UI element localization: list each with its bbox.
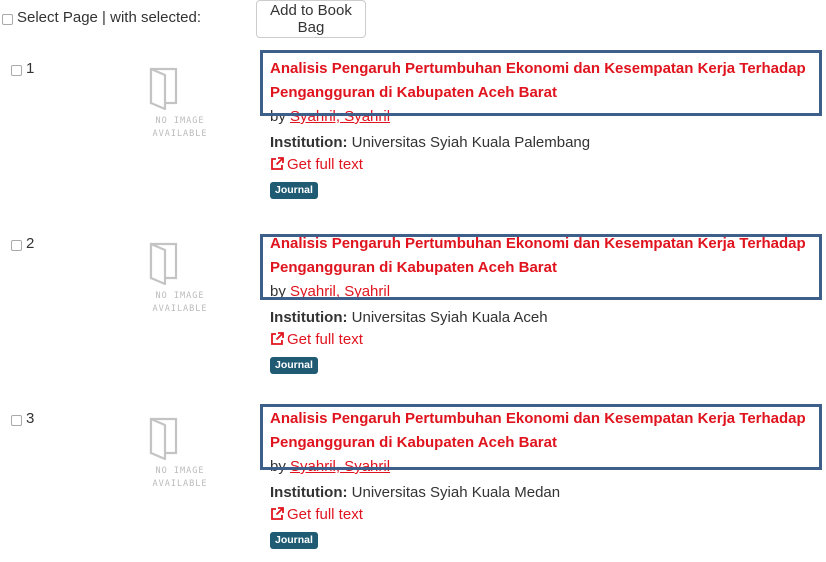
result-number: 1 — [26, 60, 35, 77]
author-link[interactable]: Syahril, Syahril — [290, 458, 390, 475]
author-link[interactable]: Syahril, Syahril — [290, 108, 390, 125]
format-badge: Journal — [270, 357, 318, 374]
results-toolbar: Select Page | with selected: Add to Book… — [0, 0, 826, 40]
result-title-link[interactable]: Analisis Pengaruh Pertumbuhan Ekonomi da… — [270, 232, 822, 280]
result-item: 2 NO IMAGE AVAILABLE Analisis Pengaruh P… — [0, 235, 826, 387]
author-link[interactable]: Syahril, Syahril — [290, 283, 390, 300]
format-badge: Journal — [270, 532, 318, 549]
add-to-book-bag-button[interactable]: Add to Book Bag — [256, 0, 366, 38]
get-full-text-link[interactable]: Get full text — [270, 328, 363, 352]
result-institution: Institution: Universitas Syiah Kuala Ace… — [270, 309, 548, 326]
result-author: by Syahril, Syahril — [270, 458, 391, 475]
result-title-link[interactable]: Analisis Pengaruh Pertumbuhan Ekonomi da… — [270, 57, 822, 105]
result-checkbox[interactable] — [11, 415, 22, 426]
get-full-text-link[interactable]: Get full text — [270, 503, 363, 527]
external-link-icon — [271, 157, 284, 170]
format-badge: Journal — [270, 182, 318, 199]
result-author: by Syahril, Syahril — [270, 283, 391, 300]
result-institution: Institution: Universitas Syiah Kuala Pal… — [270, 134, 591, 151]
cover-thumbnail: NO IMAGE AVAILABLE — [135, 62, 225, 152]
cover-thumbnail: NO IMAGE AVAILABLE — [135, 412, 225, 502]
result-item: 3 NO IMAGE AVAILABLE Analisis Pengaruh P… — [0, 410, 826, 562]
get-full-text-link[interactable]: Get full text — [270, 153, 363, 177]
book-placeholder-icon — [149, 67, 178, 110]
no-image-text: NO IMAGE AVAILABLE — [152, 291, 208, 314]
result-title-link[interactable]: Analisis Pengaruh Pertumbuhan Ekonomi da… — [270, 407, 822, 455]
select-page-checkbox[interactable] — [2, 14, 13, 25]
external-link-icon — [271, 507, 284, 520]
book-placeholder-icon — [149, 417, 178, 460]
select-page-label: Select Page | with selected: — [17, 9, 201, 26]
cover-thumbnail: NO IMAGE AVAILABLE — [135, 237, 225, 327]
no-image-text: NO IMAGE AVAILABLE — [152, 466, 208, 489]
result-author: by Syahril, Syahril — [270, 108, 391, 125]
result-number: 2 — [26, 235, 35, 252]
book-placeholder-icon — [149, 242, 178, 285]
result-checkbox[interactable] — [11, 240, 22, 251]
result-number: 3 — [26, 410, 35, 427]
result-checkbox[interactable] — [11, 65, 22, 76]
no-image-text: NO IMAGE AVAILABLE — [152, 116, 208, 139]
result-institution: Institution: Universitas Syiah Kuala Med… — [270, 484, 561, 501]
external-link-icon — [271, 332, 284, 345]
result-item: 1 NO IMAGE AVAILABLE Analisis Pengaruh P… — [0, 60, 826, 212]
